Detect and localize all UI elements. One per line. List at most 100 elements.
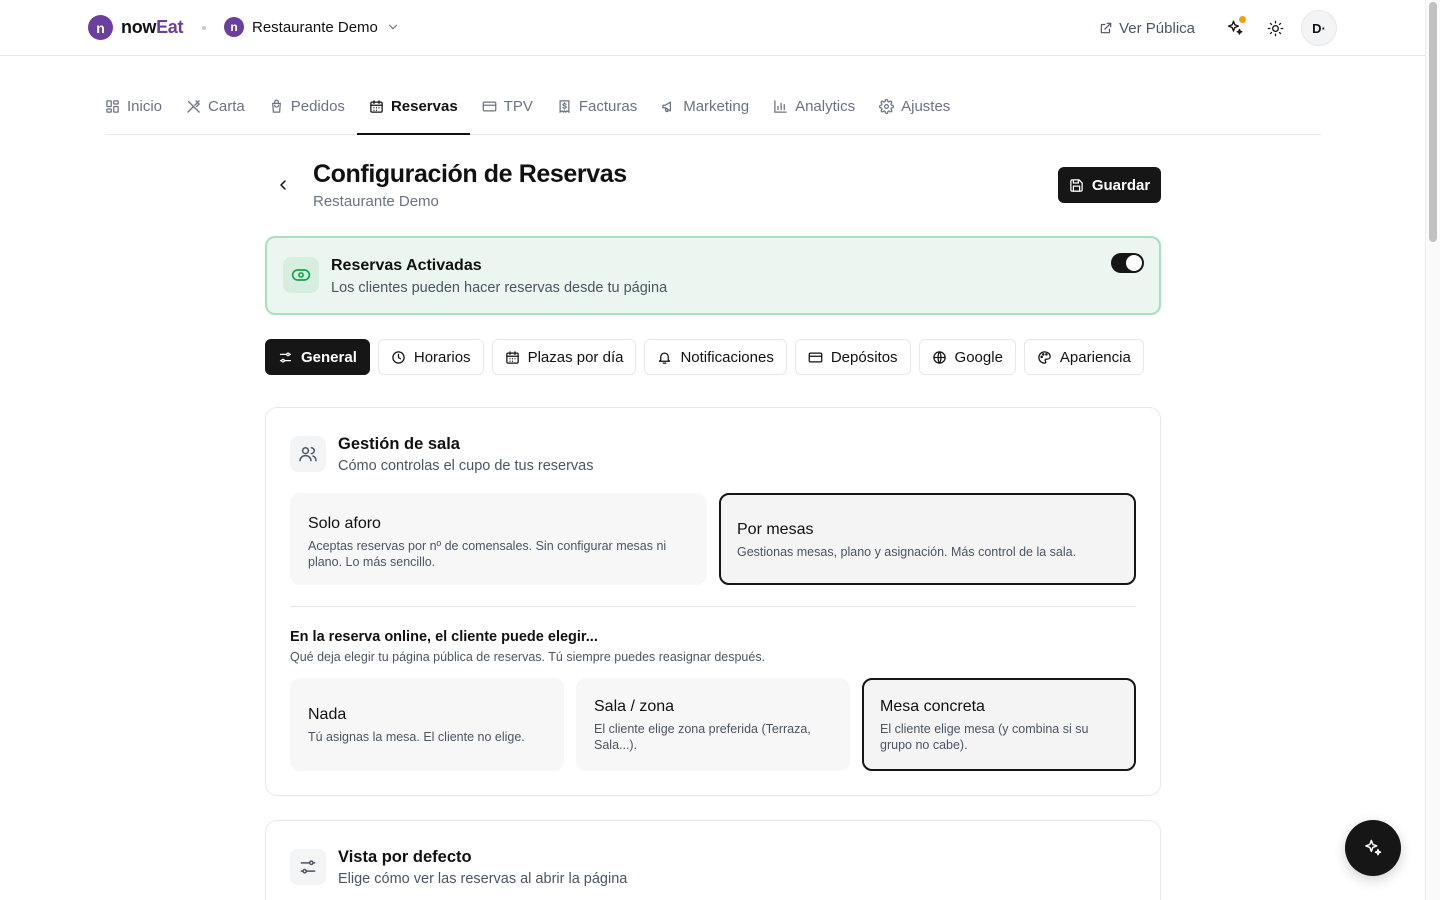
- reservations-active-banner: Reservas Activadas Los clientes pueden h…: [265, 236, 1161, 315]
- theme-toggle-button[interactable]: [1257, 10, 1293, 46]
- external-link-icon: [1099, 21, 1113, 35]
- gear-icon: [879, 98, 895, 114]
- save-button[interactable]: Guardar: [1058, 167, 1161, 203]
- nav-tab-facturas[interactable]: Facturas: [545, 84, 649, 134]
- scrollbar-thumb[interactable]: [1429, 2, 1437, 242]
- users-icon: [290, 436, 326, 472]
- chevron-down-icon: [386, 20, 400, 34]
- brand-name-part1: now: [121, 17, 157, 37]
- utensils-icon: [186, 99, 201, 114]
- option-description: Aceptas reservas por nº de comensales. S…: [308, 539, 667, 569]
- section-tab-depositos[interactable]: Depósitos: [794, 339, 911, 375]
- nav-tab-marketing[interactable]: Marketing: [649, 84, 761, 134]
- option-description: El cliente elige zona preferida (Terraza…: [594, 722, 811, 752]
- nav-tab-label: Analytics: [795, 97, 856, 115]
- option-solo-aforo[interactable]: Solo aforo Aceptas reservas por nº de co…: [290, 493, 707, 585]
- option-mesa-concreta[interactable]: Mesa concreta El cliente elige mesa (y c…: [862, 678, 1136, 771]
- back-button[interactable]: [270, 172, 296, 198]
- calendar-icon: [369, 99, 384, 114]
- section-tab-label: Apariencia: [1059, 348, 1131, 366]
- nav-tab-tpv[interactable]: TPV: [470, 84, 545, 134]
- eye-icon: [283, 257, 319, 293]
- option-title: Solo aforo: [308, 515, 381, 532]
- section-tabs: General Horarios Plazas por día Notifica…: [265, 339, 1144, 375]
- save-label: Guardar: [1091, 176, 1151, 194]
- card-description: Elige cómo ver las reservas al abrir la …: [338, 871, 628, 887]
- floating-ai-button[interactable]: [1345, 820, 1401, 876]
- section-tab-label: Google: [954, 348, 1003, 366]
- option-title: Nada: [308, 706, 347, 723]
- nav-tab-pedidos[interactable]: Pedidos: [257, 84, 357, 134]
- nav-tab-inicio[interactable]: Inicio: [105, 84, 174, 134]
- card-icon: [482, 99, 497, 114]
- sparkles-icon: [1363, 838, 1383, 858]
- toggle-knob: [1126, 255, 1142, 271]
- section-tab-plazas[interactable]: Plazas por día: [491, 339, 637, 375]
- brand-name-part2: Eat: [156, 17, 184, 37]
- option-title: Por mesas: [737, 521, 814, 538]
- brand[interactable]: n nowEat: [88, 15, 184, 40]
- user-avatar[interactable]: D·: [1301, 10, 1337, 46]
- separator-dot: [202, 26, 206, 30]
- page-subtitle: Restaurante Demo: [313, 193, 439, 210]
- receipt-icon: [557, 99, 572, 114]
- banner-title: Reservas Activadas: [331, 257, 482, 274]
- clock-icon: [391, 350, 406, 365]
- nav-tab-label: Marketing: [683, 97, 750, 115]
- sliders-icon: [290, 849, 326, 885]
- nav-tab-reservas[interactable]: Reservas: [356, 84, 470, 135]
- page-scrollbar[interactable]: [1425, 0, 1440, 900]
- calendar-icon: [505, 350, 520, 365]
- megaphone-icon: [661, 99, 676, 114]
- view-public-label: Ver Pública: [1119, 19, 1195, 37]
- nav-tab-analytics[interactable]: Analytics: [761, 84, 867, 134]
- section-tab-google[interactable]: Google: [918, 339, 1016, 375]
- card-title: Gestión de sala: [338, 435, 460, 453]
- bar-chart-icon: [773, 99, 788, 114]
- notification-dot: [1239, 16, 1246, 23]
- nav-tab-label: TPV: [503, 97, 533, 115]
- palette-icon: [1037, 350, 1052, 365]
- section-tab-label: Notificaciones: [680, 348, 774, 366]
- page-title: Configuración de Reservas: [313, 160, 627, 188]
- option-por-mesas[interactable]: Por mesas Gestionas mesas, plano y asign…: [719, 493, 1136, 585]
- grid-icon: [105, 99, 120, 114]
- default-view-card: Vista por defecto Elige cómo ver las res…: [265, 820, 1161, 900]
- nav-tab-label: Pedidos: [290, 97, 345, 115]
- section-tab-notificaciones[interactable]: Notificaciones: [644, 339, 787, 375]
- option-description: El cliente elige mesa (y combina si su g…: [880, 722, 1089, 752]
- option-sala-zona[interactable]: Sala / zona El cliente elige zona prefer…: [576, 678, 850, 771]
- section-tab-apariencia[interactable]: Apariencia: [1023, 339, 1144, 375]
- main-nav: Inicio Carta Pedidos Reservas TPV Factur…: [105, 84, 1321, 135]
- chevron-left-icon: [275, 177, 291, 193]
- save-icon: [1069, 178, 1084, 193]
- divider: [290, 606, 1136, 607]
- nav-tab-label: Inicio: [127, 97, 163, 115]
- card-description: Cómo controlas el cupo de tus reservas: [338, 458, 594, 474]
- view-public-link[interactable]: Ver Pública: [1099, 20, 1195, 37]
- ai-assistant-button[interactable]: [1217, 10, 1253, 46]
- restaurant-logo: n: [224, 17, 244, 37]
- option-description: Tú asignas la mesa. El cliente no elige.: [308, 730, 525, 744]
- sliders-icon: [278, 350, 293, 365]
- nav-tab-carta[interactable]: Carta: [174, 84, 257, 134]
- option-nada[interactable]: Nada Tú asignas la mesa. El cliente no e…: [290, 678, 564, 771]
- option-title: Sala / zona: [594, 698, 675, 715]
- sun-icon: [1267, 20, 1284, 37]
- section-tab-label: Plazas por día: [527, 348, 624, 366]
- room-management-card: Gestión de sala Cómo controlas el cupo d…: [265, 407, 1161, 796]
- bell-icon: [657, 350, 672, 365]
- reservations-toggle[interactable]: [1111, 253, 1144, 273]
- restaurant-selector[interactable]: n Restaurante Demo: [224, 17, 400, 37]
- card-icon: [808, 350, 823, 365]
- section-tab-label: Horarios: [413, 348, 471, 366]
- section-tab-general[interactable]: General: [265, 339, 370, 375]
- brand-logo: n: [88, 15, 113, 40]
- globe-icon: [932, 350, 947, 365]
- section-tab-label: Depósitos: [830, 348, 898, 366]
- nav-tab-ajustes[interactable]: Ajustes: [867, 84, 962, 134]
- option-description: Gestionas mesas, plano y asignación. Más…: [737, 545, 1077, 559]
- nav-tab-label: Carta: [208, 97, 245, 115]
- section-tab-horarios[interactable]: Horarios: [377, 339, 484, 375]
- bag-icon: [269, 99, 284, 114]
